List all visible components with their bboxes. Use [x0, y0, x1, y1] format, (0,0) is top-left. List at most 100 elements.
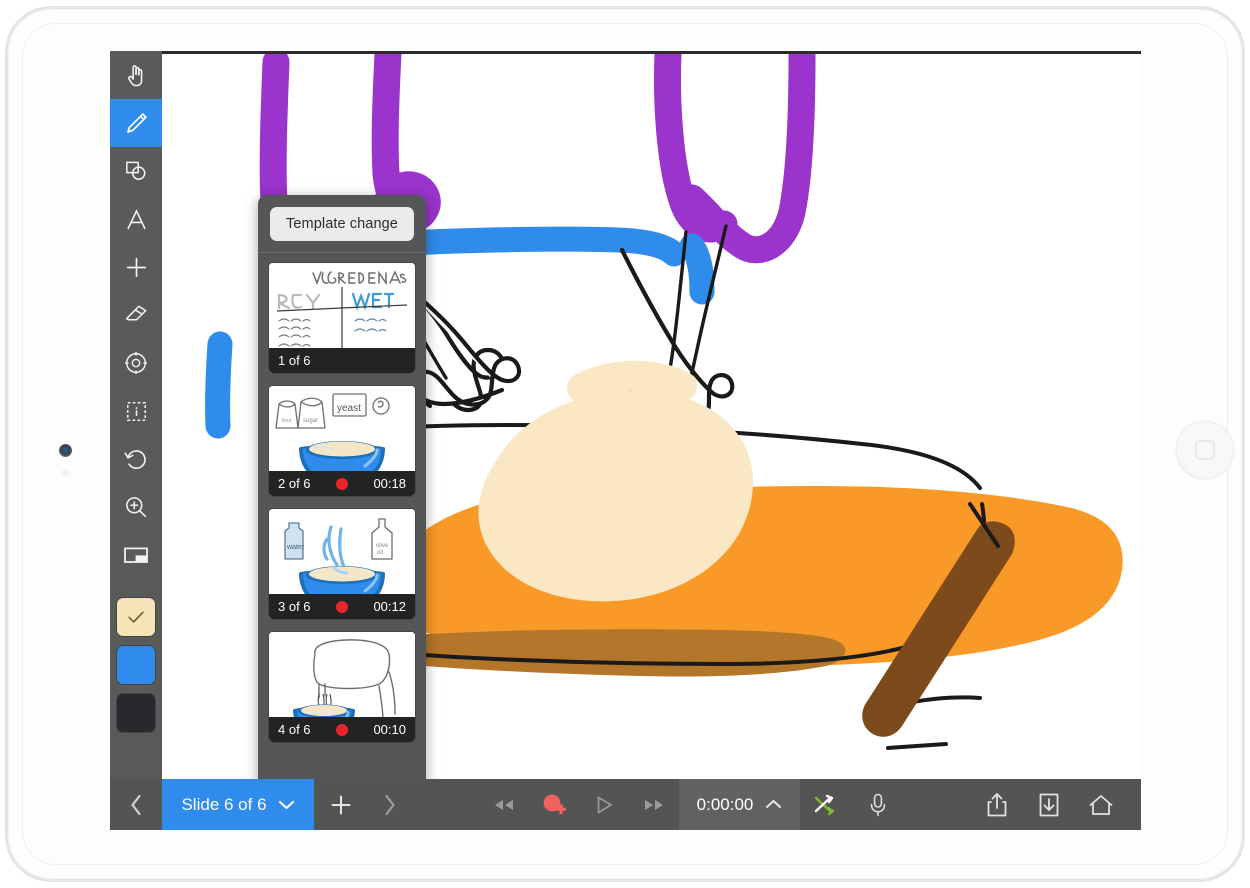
swatch-blue[interactable]: [117, 646, 155, 684]
recording-indicator-2: [335, 477, 348, 490]
left-toolbar: [110, 51, 162, 779]
thumbnail-label-bar-3: 3 of 6 00:12: [269, 594, 415, 619]
tool-zoom-in[interactable]: [110, 483, 162, 531]
slide-thumbnail-2[interactable]: flour sugar yeast 2 of 6 00:18: [269, 386, 415, 496]
tool-shapes[interactable]: [110, 147, 162, 195]
rewind-button[interactable]: [479, 779, 529, 830]
play-icon: [597, 796, 612, 813]
undo-arrow-icon: [124, 450, 146, 469]
tool-insert[interactable]: [110, 243, 162, 291]
slide-selector-button[interactable]: Slide 6 of 6: [162, 779, 314, 830]
plus-icon: [126, 257, 146, 277]
svg-text:sugar: sugar: [303, 418, 318, 424]
home-button[interactable]: [1176, 421, 1234, 479]
screenshot-root: Template change 1 of 6 flour sugar yeast…: [0, 0, 1250, 888]
toolbar-gap-right: [904, 779, 971, 830]
record-button[interactable]: [529, 779, 579, 830]
svg-text:yeast: yeast: [337, 403, 361, 414]
tool-laser-pointer[interactable]: [110, 339, 162, 387]
thumbnail-spacer-4: [311, 723, 374, 736]
play-button[interactable]: [579, 779, 629, 830]
tool-inspector[interactable]: [110, 387, 162, 435]
tool-eraser[interactable]: [110, 291, 162, 339]
record-add-icon: [543, 794, 566, 814]
front-camera-icon: [59, 444, 72, 457]
inspector-i-icon: [126, 401, 146, 421]
tool-pen[interactable]: [110, 99, 162, 147]
tool-hand[interactable]: [110, 51, 162, 99]
swatch-blue-wrap[interactable]: [110, 641, 162, 689]
save-button[interactable]: [1023, 779, 1075, 830]
ambient-sensor-icon: [62, 469, 69, 476]
toolbar-end-pad: [1127, 779, 1141, 830]
swatch-black[interactable]: [117, 694, 155, 732]
slide-selector-label: Slide 6 of 6: [181, 794, 267, 814]
chevron-left-icon: [131, 794, 141, 815]
shuffle-button[interactable]: [800, 779, 852, 830]
pencil-icon: [126, 112, 147, 133]
home-icon: [1089, 794, 1113, 815]
timer-value: 0:00:00: [696, 794, 754, 814]
swatch-black-wrap[interactable]: [110, 689, 162, 737]
timer-display[interactable]: 0:00:00: [678, 779, 801, 830]
thumbnail-spacer-3: [311, 600, 374, 613]
bottom-toolbar: Slide 6 of 6 0:00:00: [110, 779, 1141, 830]
template-change-button[interactable]: Template change: [270, 207, 414, 241]
add-slide-button[interactable]: [314, 779, 368, 830]
share-up-icon: [987, 792, 1007, 816]
laser-target-icon: [125, 352, 147, 374]
check-icon: [128, 611, 144, 623]
svg-text:water: water: [286, 544, 305, 551]
text-a-icon: [126, 208, 146, 229]
slide-time-2: 00:18: [373, 476, 406, 491]
slide-number-4: 4 of 6: [278, 722, 311, 737]
fast-forward-button[interactable]: [629, 779, 679, 830]
chevron-down-icon: [278, 800, 294, 810]
svg-text:olive: olive: [376, 543, 389, 549]
toolbar-divider: [110, 579, 162, 593]
slide-number-3: 3 of 6: [278, 599, 311, 614]
chevron-up-icon: [766, 799, 782, 809]
chevron-right-icon: [385, 794, 395, 815]
toolbar-gap-left: [412, 779, 479, 830]
tool-layers[interactable]: [110, 531, 162, 579]
layers-icon: [124, 547, 148, 563]
home-button-square-icon: [1195, 440, 1215, 460]
microphone-icon: [871, 793, 886, 816]
save-down-icon: [1039, 793, 1059, 816]
slide-thumbnail-list[interactable]: 1 of 6 flour sugar yeast 2 of 6 00:18 wa…: [258, 253, 426, 742]
slide-thumbnail-4[interactable]: 4 of 6 00:10: [269, 632, 415, 742]
slide-thumbnail-1[interactable]: 1 of 6: [269, 263, 415, 373]
recording-indicator-3: [335, 600, 348, 613]
dough-top-bump: [567, 360, 697, 403]
svg-text:oil: oil: [377, 550, 383, 556]
thumbnail-spacer-2: [311, 477, 374, 490]
shapes-icon: [126, 161, 146, 180]
recording-indicator-4: [335, 723, 348, 736]
rewind-icon: [494, 799, 513, 810]
next-slide-button[interactable]: [368, 779, 412, 830]
swatch-cream-wrap[interactable]: [110, 593, 162, 641]
shuffle-icon: [814, 794, 835, 815]
plus-icon: [331, 795, 351, 814]
drawing-canvas[interactable]: Template change 1 of 6 flour sugar yeast…: [162, 51, 1141, 779]
hand-icon: [127, 64, 142, 86]
slide-time-3: 00:12: [373, 599, 406, 614]
swatch-cream[interactable]: [117, 598, 155, 636]
microphone-button[interactable]: [852, 779, 904, 830]
app-screen: Template change 1 of 6 flour sugar yeast…: [110, 51, 1141, 830]
magnifier-plus-icon: [126, 497, 147, 518]
tool-undo[interactable]: [110, 435, 162, 483]
share-button[interactable]: [971, 779, 1023, 830]
thumbnail-label-bar-2: 2 of 6 00:18: [269, 471, 415, 496]
thumbnail-label-bar-4: 4 of 6 00:10: [269, 717, 415, 742]
slide-number-2: 2 of 6: [278, 476, 311, 491]
svg-text:flour: flour: [282, 418, 292, 424]
slide-number-1: 1 of 6: [278, 353, 311, 368]
eraser-icon: [125, 305, 147, 321]
slide-thumbnail-3[interactable]: water olive oil 3 of 6 00:12: [269, 509, 415, 619]
previous-slide-button[interactable]: [110, 779, 162, 830]
tool-text[interactable]: [110, 195, 162, 243]
home-nav-button[interactable]: [1075, 779, 1127, 830]
thumbnail-label-bar-1: 1 of 6: [269, 348, 415, 373]
